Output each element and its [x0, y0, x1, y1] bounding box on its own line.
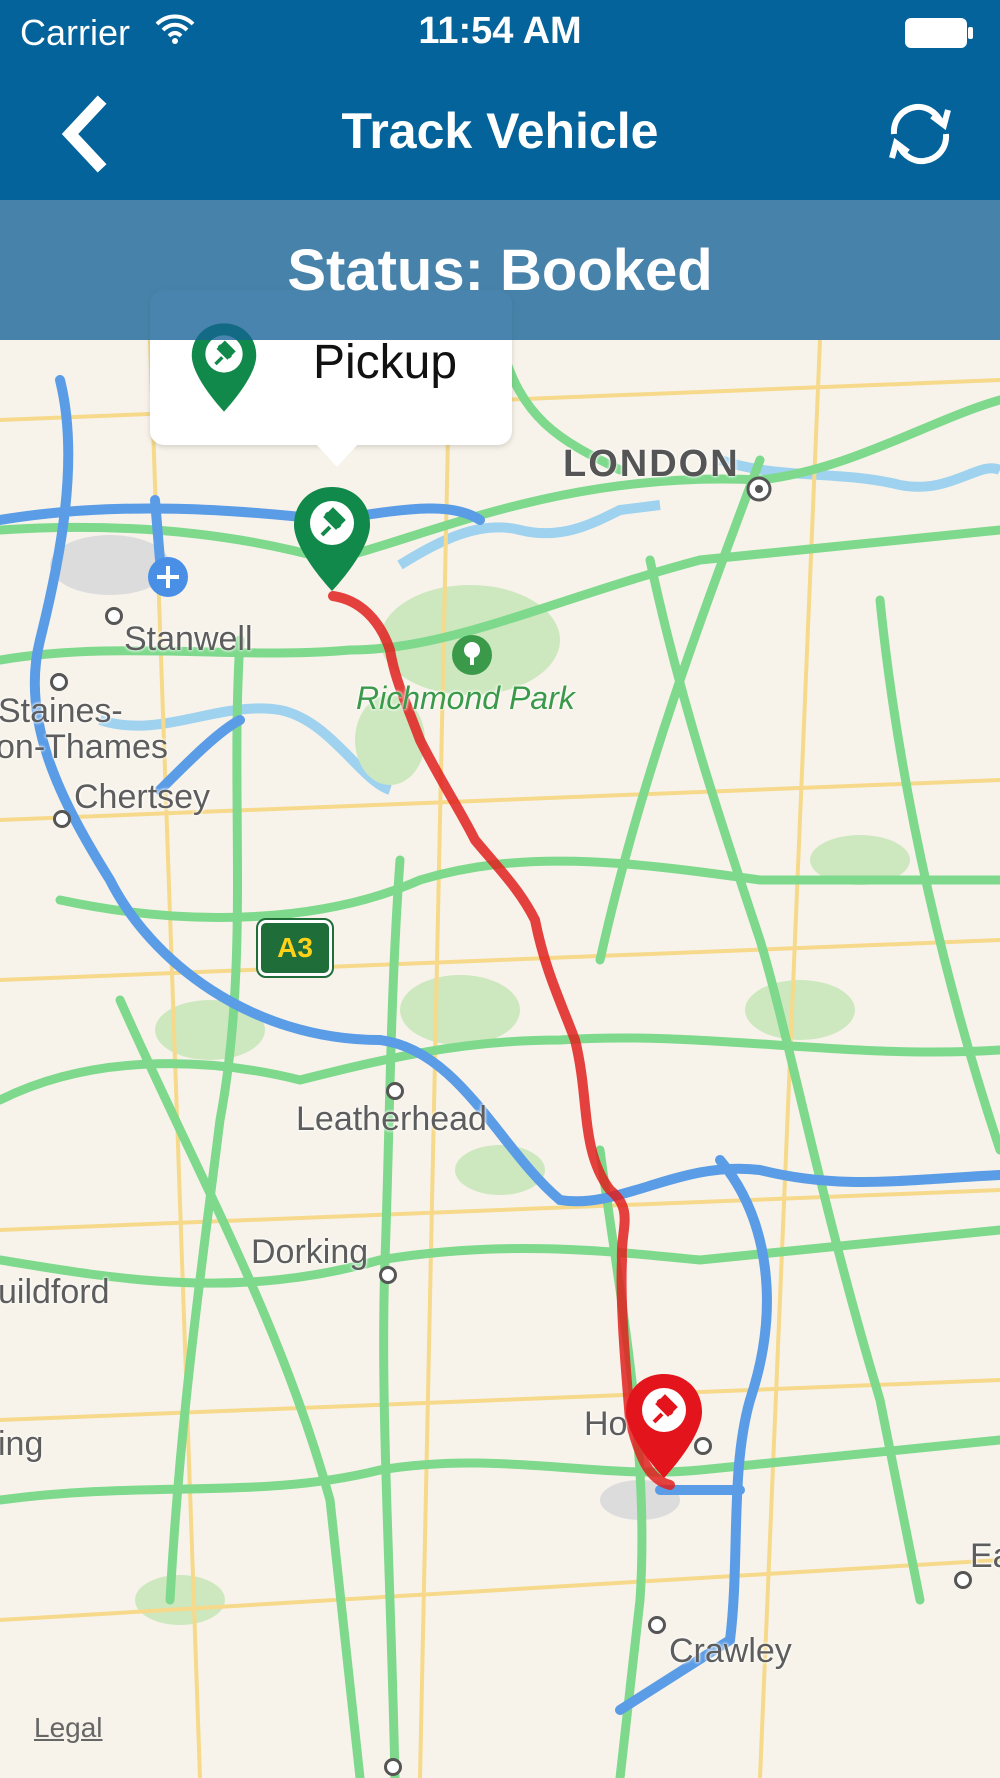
nav-bar: Track Vehicle: [0, 70, 1000, 200]
map-label-horley: Ho: [584, 1405, 628, 1443]
map-label-ing: ing: [0, 1425, 44, 1463]
map-label-stanwell: Stanwell: [124, 620, 253, 658]
legal-link[interactable]: Legal: [34, 1712, 103, 1744]
dropoff-pin-icon[interactable]: [622, 1370, 706, 1482]
map-town-dot: [954, 1571, 972, 1589]
map-label-richmond-park: Richmond Park: [356, 680, 575, 716]
callout-tail: [315, 443, 359, 467]
map-label-leatherhead: Leatherhead: [296, 1100, 487, 1138]
road-sign-a3: A3: [256, 918, 334, 978]
map-town-dot: [386, 1082, 404, 1100]
map-town-dot: [648, 1616, 666, 1634]
map-label-guildford: uildford: [0, 1273, 110, 1311]
callout-label: Pickup: [313, 336, 458, 389]
map-label-staines-thames: on-Thames: [0, 728, 168, 766]
map-label-dorking: Dorking: [251, 1233, 369, 1271]
map-town-dot: [379, 1266, 397, 1284]
map-town-dot: [105, 607, 123, 625]
map-label-crawley: Crawley: [669, 1632, 792, 1670]
map-town-dot: [384, 1758, 402, 1776]
status-banner: Status: Booked: [0, 200, 1000, 340]
page-title: Track Vehicle: [341, 103, 659, 159]
map-label-london: LONDON: [563, 443, 740, 485]
map-town-dot: [50, 673, 68, 691]
map-label-ea: Ea: [970, 1537, 1000, 1575]
battery-icon: [905, 18, 973, 48]
pickup-pin-icon[interactable]: [290, 483, 374, 595]
map-town-dot: [53, 810, 71, 828]
map-label-staines: Staines-: [0, 692, 123, 730]
status-bar: Carrier 11:54 AM: [0, 0, 1000, 70]
refresh-button[interactable]: [880, 94, 960, 174]
map-label-chertsey: Chertsey: [74, 778, 211, 816]
clock: 11:54 AM: [418, 10, 582, 52]
